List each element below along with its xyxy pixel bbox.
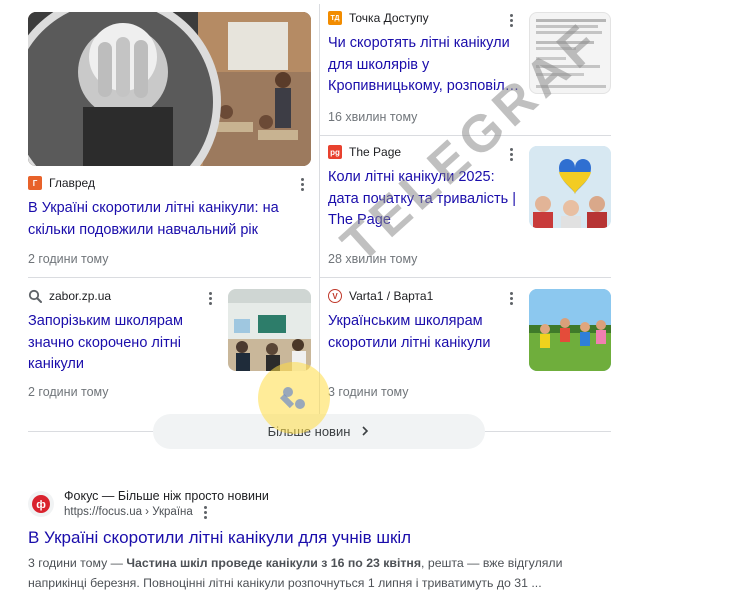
news-title-line: Чи скоротять літні канікули	[328, 35, 510, 51]
news-title-line: The Page	[328, 212, 391, 228]
news-title-line: дата початку та тривалість |	[328, 190, 517, 207]
divider	[319, 4, 320, 432]
more-options-icon[interactable]	[504, 146, 518, 162]
news-title-glavred[interactable]: В Україні скоротили літні канікули: на с…	[28, 198, 313, 241]
news-title-line: В Україні скоротили літні канікули: на	[28, 200, 279, 216]
news-time: 2 години тому	[28, 385, 109, 399]
focus-favicon-icon: ф	[28, 491, 54, 517]
news-title-varta1[interactable]: Українським школярам скоротили літні кан…	[328, 311, 523, 354]
news-source-tochka-dostupu[interactable]: ТД Точка Доступу	[328, 11, 429, 25]
news-thumbnail-the-page[interactable]	[529, 146, 611, 228]
news-title-line: значно скорочено літні	[28, 334, 181, 351]
web-result-site[interactable]: ф Фокус — Більше ніж просто новини https…	[28, 488, 628, 520]
news-source-name: zabor.zp.ua	[49, 289, 112, 303]
news-source-name: Varta1 / Варта1	[349, 289, 434, 303]
tochka-dostupu-favicon-icon: ТД	[328, 11, 342, 25]
divider	[28, 277, 311, 278]
news-title-the-page[interactable]: Коли літні канікули 2025: дата початку т…	[328, 167, 523, 232]
glavred-favicon-icon: Г	[28, 176, 42, 190]
news-source-zabor[interactable]: zabor.zp.ua	[28, 289, 111, 303]
more-options-icon[interactable]	[201, 505, 211, 519]
news-source-glavred[interactable]: Г Главред	[28, 176, 95, 190]
search-icon	[28, 289, 42, 303]
more-options-icon[interactable]	[504, 290, 518, 306]
web-result-url-text: https://focus.ua › Україна	[64, 506, 193, 518]
snippet-bold: Частина шкіл проведе канікули з 16 по 23…	[126, 556, 422, 570]
web-result-focus: ф Фокус — Більше ніж просто новини https…	[28, 488, 628, 593]
more-options-icon[interactable]	[295, 176, 309, 192]
news-title-zabor[interactable]: Запорізьким школярам значно скорочено лі…	[28, 311, 223, 376]
news-title-line: Запорізьким школярам	[28, 313, 183, 329]
news-title-line: скільки подовжили навчальний рік	[28, 221, 258, 238]
news-source-name: Точка Доступу	[349, 11, 429, 25]
news-thumbnail-zabor[interactable]	[228, 289, 311, 371]
divider	[320, 135, 611, 136]
news-thumbnail-glavred[interactable]	[28, 12, 311, 166]
news-time: 3 години тому	[328, 385, 409, 399]
news-time: 2 години тому	[28, 252, 109, 266]
news-title-line: канікули	[28, 356, 84, 372]
classroom-photo	[228, 289, 311, 371]
chevron-right-icon	[360, 424, 370, 439]
news-title-line: Українським школярам	[328, 313, 483, 329]
web-result-url: https://focus.ua › Україна	[64, 504, 269, 520]
document-preview-image	[536, 19, 606, 88]
news-title-tochka-dostupu[interactable]: Чи скоротять літні канікули для школярів…	[328, 33, 523, 98]
news-thumbnail-tochka-dostupu[interactable]	[529, 12, 611, 94]
web-result-title[interactable]: В Україні скоротили літні канікули для у…	[28, 527, 628, 549]
news-title-line: Кропивницькому, розповіл…	[328, 78, 520, 94]
varta1-favicon-icon: V	[328, 289, 342, 303]
news-time: 28 хвилин тому	[328, 252, 418, 266]
news-time: 16 хвилин тому	[328, 110, 418, 124]
more-news-button[interactable]: Більше новин	[153, 414, 485, 449]
news-title-line: скоротили літні канікули	[328, 334, 491, 351]
news-source-the-page[interactable]: pg The Page	[328, 145, 401, 159]
more-options-icon[interactable]	[504, 12, 518, 28]
more-options-icon[interactable]	[203, 290, 217, 306]
children-running-photo	[529, 289, 611, 371]
children-with-flag-photo	[529, 146, 611, 228]
web-result-snippet: 3 години тому — Частина шкіл проведе кан…	[28, 553, 608, 593]
the-page-favicon-icon: pg	[328, 145, 342, 159]
classroom-photo	[28, 12, 311, 166]
news-title-line: для школярів у	[328, 56, 430, 73]
svg-text:ф: ф	[36, 499, 46, 511]
news-source-name: Главред	[49, 176, 95, 190]
news-source-name: The Page	[349, 145, 402, 159]
news-title-line: Коли літні канікули 2025:	[328, 169, 495, 185]
more-news-label: Більше новин	[267, 424, 351, 439]
snippet-time: 3 години тому	[28, 556, 108, 570]
snippet-dash: —	[107, 556, 127, 570]
news-thumbnail-varta1[interactable]	[529, 289, 611, 371]
news-source-varta1[interactable]: V Varta1 / Варта1	[328, 289, 433, 303]
web-result-site-name: Фокус — Більше ніж просто новини	[64, 489, 269, 503]
divider	[320, 277, 611, 278]
